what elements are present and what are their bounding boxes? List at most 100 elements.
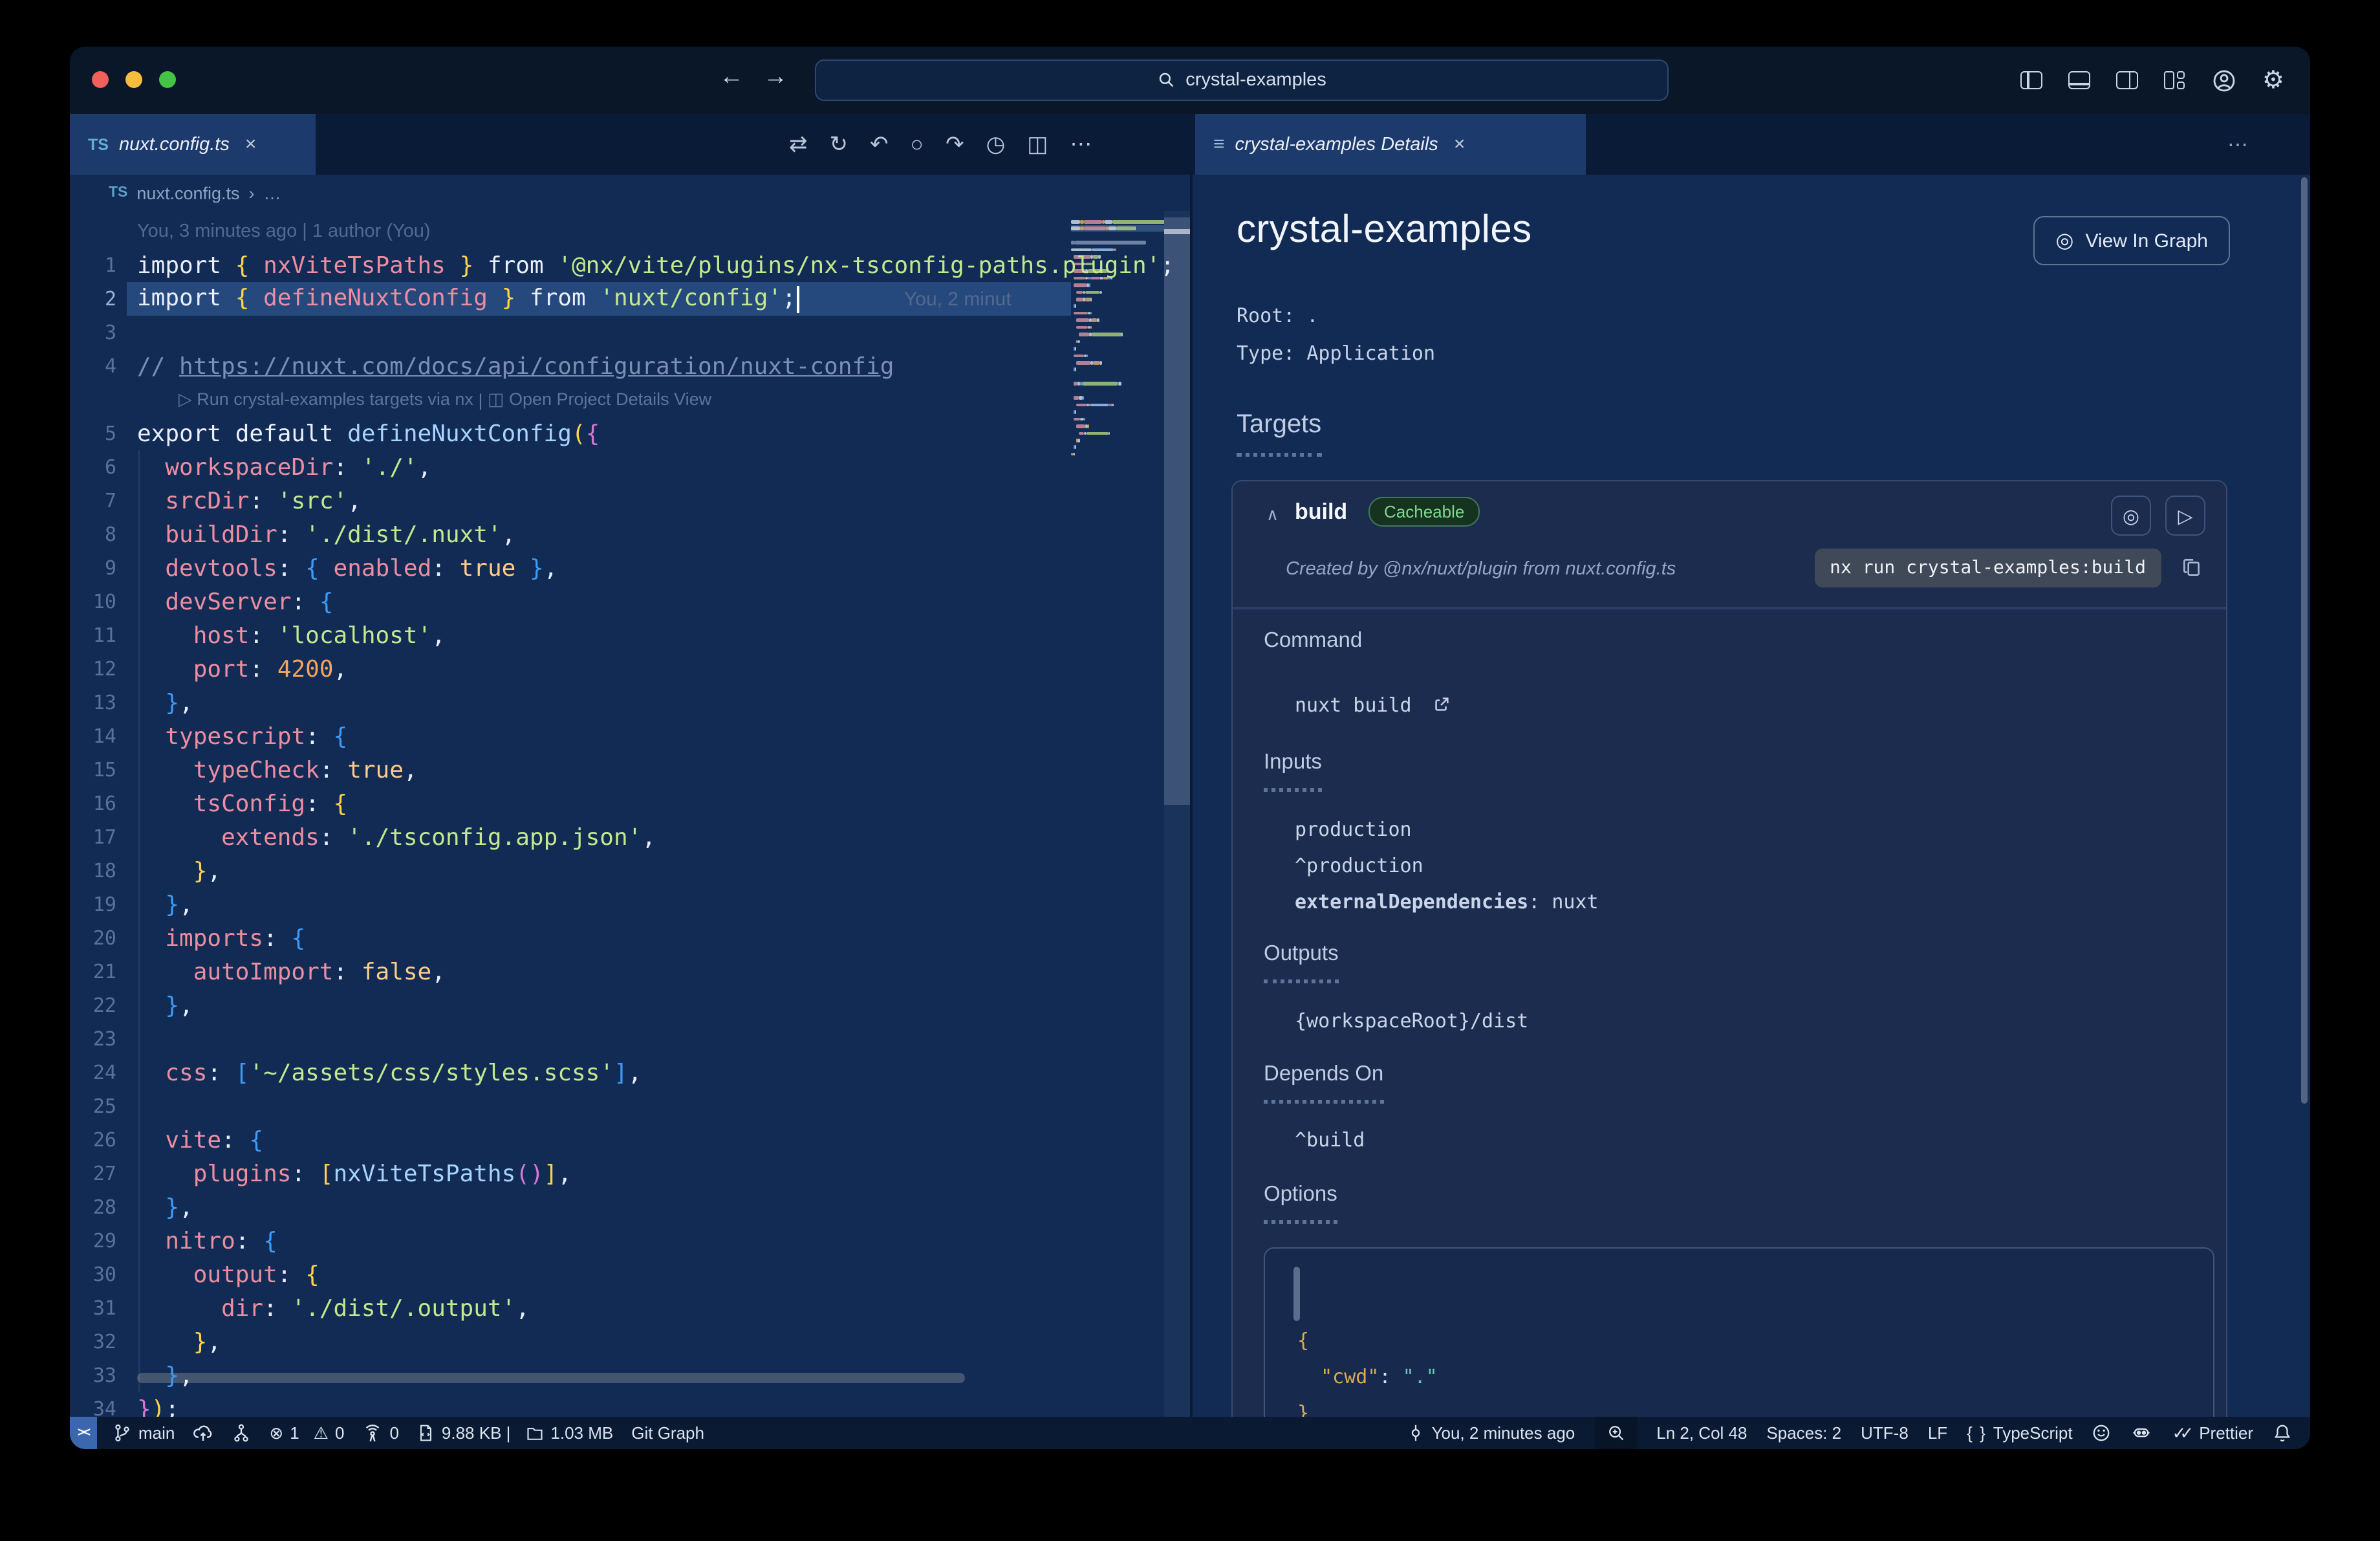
statusbar-item-prettier[interactable]: ✓✓ Prettier <box>2172 1423 2253 1443</box>
view-target-graph-button[interactable]: ◎ <box>2111 496 2151 536</box>
code-line-5[interactable]: 5 export default defineNuxtConfig({ <box>70 417 1190 450</box>
code-line-8[interactable]: 8 buildDir: './dist/.nuxt', <box>70 518 1190 551</box>
nav-back-icon[interactable]: ← <box>719 63 744 92</box>
run-target-button[interactable]: ▷ <box>2165 496 2205 536</box>
panel-scrollbar[interactable] <box>2301 177 2308 1104</box>
zoom-window-button[interactable] <box>159 71 176 88</box>
code-line-9[interactable]: 9 devtools: { enabled: true }, <box>70 551 1190 585</box>
code-line-18[interactable]: 18 }, <box>70 854 1190 888</box>
view-in-graph-button[interactable]: ◎ View In Graph <box>2033 216 2230 265</box>
refresh-icon[interactable]: ↻ <box>830 131 849 157</box>
collapse-chevron-icon[interactable]: ∧ <box>1266 505 1279 525</box>
code-line-17[interactable]: 17 extends: './tsconfig.app.json', <box>70 820 1190 854</box>
more-actions-icon[interactable]: ⋯ <box>1070 131 1092 157</box>
tab-project-details[interactable]: ≡ crystal-examples Details × <box>1195 114 1586 175</box>
nav-forward-icon[interactable]: → <box>763 63 788 92</box>
nav-back-circle-icon[interactable]: ↶ <box>870 131 889 157</box>
code-line-26[interactable]: 26 vite: { <box>70 1123 1190 1157</box>
minimize-window-button[interactable] <box>125 71 142 88</box>
remote-indicator[interactable]: >< <box>70 1417 97 1449</box>
run-targets-codelens[interactable]: ▷ Run crystal-examples targets via nx <box>178 389 473 410</box>
code-line-1[interactable]: 1 import { nxViteTsPaths } from '@nx/vite… <box>70 248 1190 282</box>
code-line-3[interactable]: 3 <box>70 316 1190 349</box>
code-line-14[interactable]: 14 typescript: { <box>70 719 1190 753</box>
editor-vertical-scrollbar[interactable] <box>1164 211 1190 1417</box>
code-line-15[interactable]: 15 typeCheck: true, <box>70 753 1190 787</box>
nav-location-icon[interactable]: ○ <box>911 131 924 157</box>
breadcrumb-more[interactable]: … <box>264 183 281 202</box>
copy-command-icon[interactable] <box>2181 556 2203 578</box>
code-line-25[interactable]: 25 <box>70 1089 1190 1123</box>
code-line-24[interactable]: 24 css: ['~/assets/css/styles.scss'], <box>70 1056 1190 1089</box>
toggle-panel-icon[interactable] <box>2068 71 2090 89</box>
statusbar-item-spaces-2[interactable]: Spaces: 2 <box>1766 1423 1841 1443</box>
code-line-22[interactable]: 22 }, <box>70 989 1190 1022</box>
panel-more-actions-icon[interactable]: ⋯ <box>2227 114 2248 175</box>
code-line-2[interactable]: 2 import { defineNuxtConfig } from 'nuxt/… <box>70 282 1190 316</box>
command-center-search[interactable]: crystal-examples <box>815 60 1669 101</box>
timeline-icon[interactable]: ◷ <box>986 131 1006 157</box>
close-tab-icon[interactable]: × <box>245 133 257 155</box>
split-editor-icon[interactable]: ◫ <box>1027 131 1048 157</box>
code-line-30[interactable]: 30 output: { <box>70 1258 1190 1291</box>
code-line-10[interactable]: 10 devServer: { <box>70 585 1190 618</box>
code-line-16[interactable]: 16 tsConfig: { <box>70 787 1190 820</box>
code-line-32[interactable]: 32 }, <box>70 1325 1190 1359</box>
statusbar-item-you-2-minutes-ago[interactable]: You, 2 minutes ago <box>1406 1423 1575 1443</box>
code-line-4[interactable]: 4// https://nuxt.com/docs/api/configurat… <box>70 349 1190 383</box>
nav-forward-circle-icon[interactable]: ↷ <box>946 131 964 157</box>
statusbar-item-9-88-kb[interactable]: 9.88 KB | 1.03 MB <box>417 1423 613 1443</box>
line-number: 3 <box>104 321 116 344</box>
statusbar-item-lf[interactable]: LF <box>1928 1423 1947 1443</box>
statusbar-item-feedback-icon[interactable] <box>2092 1423 2112 1443</box>
open-project-details-codelens[interactable]: ◫ Open Project Details View <box>488 389 711 410</box>
tab-nuxt-config[interactable]: TS nuxt.config.ts × <box>70 114 316 175</box>
editor-horizontal-scrollbar[interactable] <box>137 1373 965 1383</box>
code-line-23[interactable]: 23 <box>70 1022 1190 1056</box>
code-line-27[interactable]: 27 plugins: [nxViteTsPaths()], <box>70 1157 1190 1190</box>
statusbar-item-zoom-plus-icon[interactable] <box>1594 1417 1638 1449</box>
options-code-block[interactable]: { "cwd": "." } <box>1264 1247 2214 1417</box>
toggle-secondary-sidebar-icon[interactable] <box>2115 71 2138 89</box>
statusbar-item-source-control-graph-icon[interactable] <box>232 1423 251 1443</box>
source-control-graph-icon <box>232 1423 251 1443</box>
statusbar-item-cloud-upload-icon[interactable] <box>193 1423 213 1443</box>
statusbar-item-bell-icon[interactable] <box>2273 1423 2292 1443</box>
statusbar-item-ln-2-col-48[interactable]: Ln 2, Col 48 <box>1656 1423 1747 1443</box>
breadcrumb[interactable]: TS nuxt.config.ts › … <box>70 175 1190 211</box>
code-line-19[interactable]: 19 }, <box>70 888 1190 921</box>
customize-layout-icon[interactable] <box>2163 71 2186 89</box>
statusbar-item-0[interactable]: 0 <box>362 1423 399 1443</box>
zoom-plus-icon <box>1606 1423 1625 1443</box>
code-line-6[interactable]: 6 workspaceDir: './', <box>70 450 1190 484</box>
code-line-20[interactable]: 20 imports: { <box>70 921 1190 955</box>
close-tab-icon[interactable]: × <box>1454 133 1466 155</box>
close-window-button[interactable] <box>92 71 109 88</box>
settings-gear-icon[interactable]: ⚙ <box>2262 68 2284 93</box>
open-changes-icon[interactable]: ⇄ <box>789 131 808 157</box>
codelens-row[interactable]: ▷ Run crystal-examples targets via nx | … <box>70 383 1190 417</box>
code-line-34[interactable]: 34}); <box>70 1392 1190 1417</box>
code-line-12[interactable]: 12 port: 4200, <box>70 652 1190 686</box>
code-line-28[interactable]: 28 }, <box>70 1190 1190 1224</box>
statusbar-item-utf-8[interactable]: UTF-8 <box>1861 1423 1909 1443</box>
statusbar-item-main[interactable]: main <box>113 1423 175 1443</box>
code-line-7[interactable]: 7 srcDir: 'src', <box>70 484 1190 518</box>
statusbar-item-1[interactable]: ⊗ 1 ⚠ 0 <box>269 1423 344 1443</box>
statusbar-item-copilot-icon[interactable] <box>2131 1423 2153 1443</box>
code-line-31[interactable]: 31 dir: './dist/.output', <box>70 1291 1190 1325</box>
statusbar-item-typescript[interactable]: { } TypeScript <box>1967 1423 2072 1443</box>
toggle-primary-sidebar-icon[interactable] <box>2020 71 2042 89</box>
breadcrumb-file[interactable]: nuxt.config.ts <box>136 183 239 202</box>
code-editor[interactable]: You, 3 minutes ago | 1 author (You) 1 impo… <box>70 211 1190 1417</box>
external-link-icon[interactable] <box>1433 695 1452 714</box>
code-line-13[interactable]: 13 }, <box>70 686 1190 719</box>
code-line-11[interactable]: 11 host: 'localhost', <box>70 618 1190 652</box>
code-line-29[interactable]: 29 nitro: { <box>70 1224 1190 1258</box>
code-line-21[interactable]: 21 autoImport: false, <box>70 955 1190 989</box>
scrollbar-thumb[interactable] <box>1164 217 1190 805</box>
command-value[interactable]: nuxt build <box>1295 694 1452 717</box>
statusbar-item-git-graph[interactable]: Git Graph <box>631 1423 704 1443</box>
account-icon[interactable] <box>2212 68 2236 93</box>
run-command-chip[interactable]: nx run crystal-examples:build <box>1814 549 2161 587</box>
